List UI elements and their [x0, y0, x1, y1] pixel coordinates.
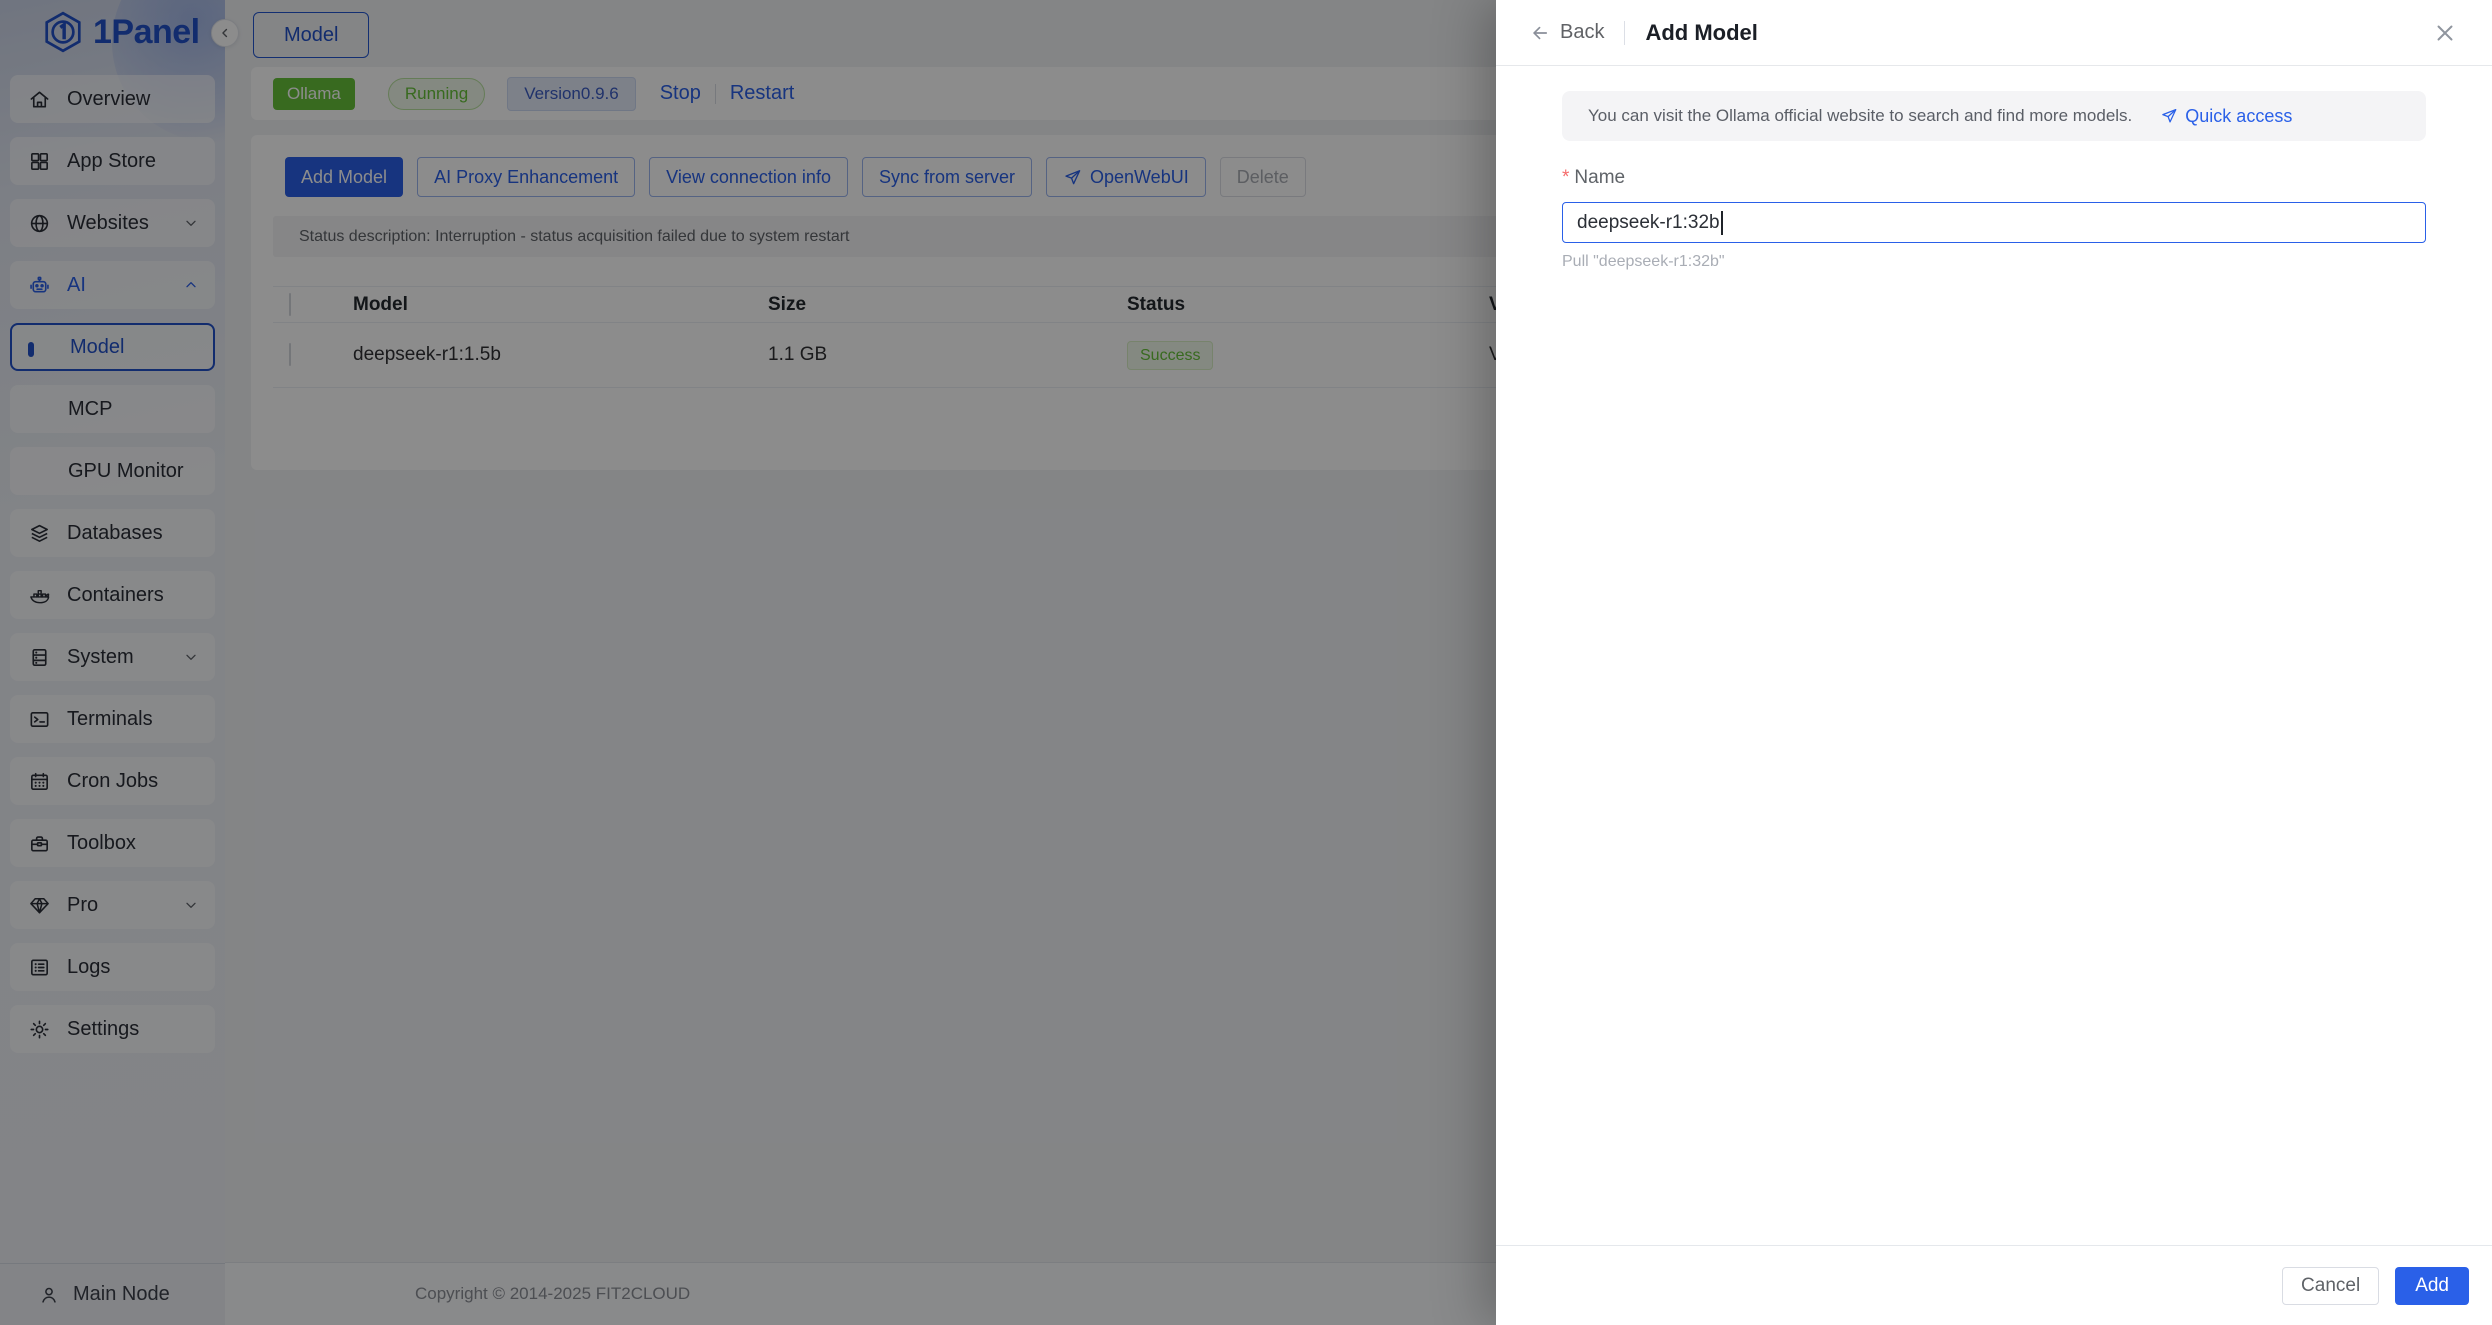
arrow-left-icon [1530, 23, 1550, 43]
name-field-label: * Name [1562, 167, 2426, 189]
drawer-body: You can visit the Ollama official websit… [1496, 66, 2492, 271]
drawer-header: Back Add Model [1496, 0, 2492, 66]
text-cursor [1720, 210, 1723, 235]
add-button[interactable]: Add [2395, 1266, 2469, 1305]
back-button[interactable]: Back [1530, 21, 1604, 44]
required-asterisk: * [1562, 167, 1570, 188]
cancel-button[interactable]: Cancel [2282, 1266, 2380, 1305]
close-icon[interactable] [2432, 20, 2458, 46]
name-label-text: Name [1574, 167, 1626, 188]
name-input-value: deepseek-r1:32b [1577, 211, 1720, 233]
banner-text: You can visit the Ollama official websit… [1588, 106, 2133, 125]
pull-helper-text: Pull "deepseek-r1:32b" [1562, 253, 1725, 270]
drawer-footer: Cancel Add [1496, 1245, 2492, 1325]
cancel-label: Cancel [2301, 1274, 2361, 1296]
quick-access-link[interactable]: Quick access [2160, 106, 2292, 127]
add-model-drawer: Back Add Model You can visit the Ollama … [1496, 0, 2492, 1325]
drawer-title: Add Model [1645, 19, 1758, 45]
add-label: Add [2415, 1274, 2449, 1296]
divider [1624, 20, 1626, 45]
send-icon [2160, 107, 2178, 125]
info-banner: You can visit the Ollama official websit… [1562, 91, 2426, 141]
quick-access-label: Quick access [2185, 105, 2293, 126]
name-input[interactable]: deepseek-r1:32b [1562, 202, 2426, 243]
back-label: Back [1560, 21, 1605, 43]
